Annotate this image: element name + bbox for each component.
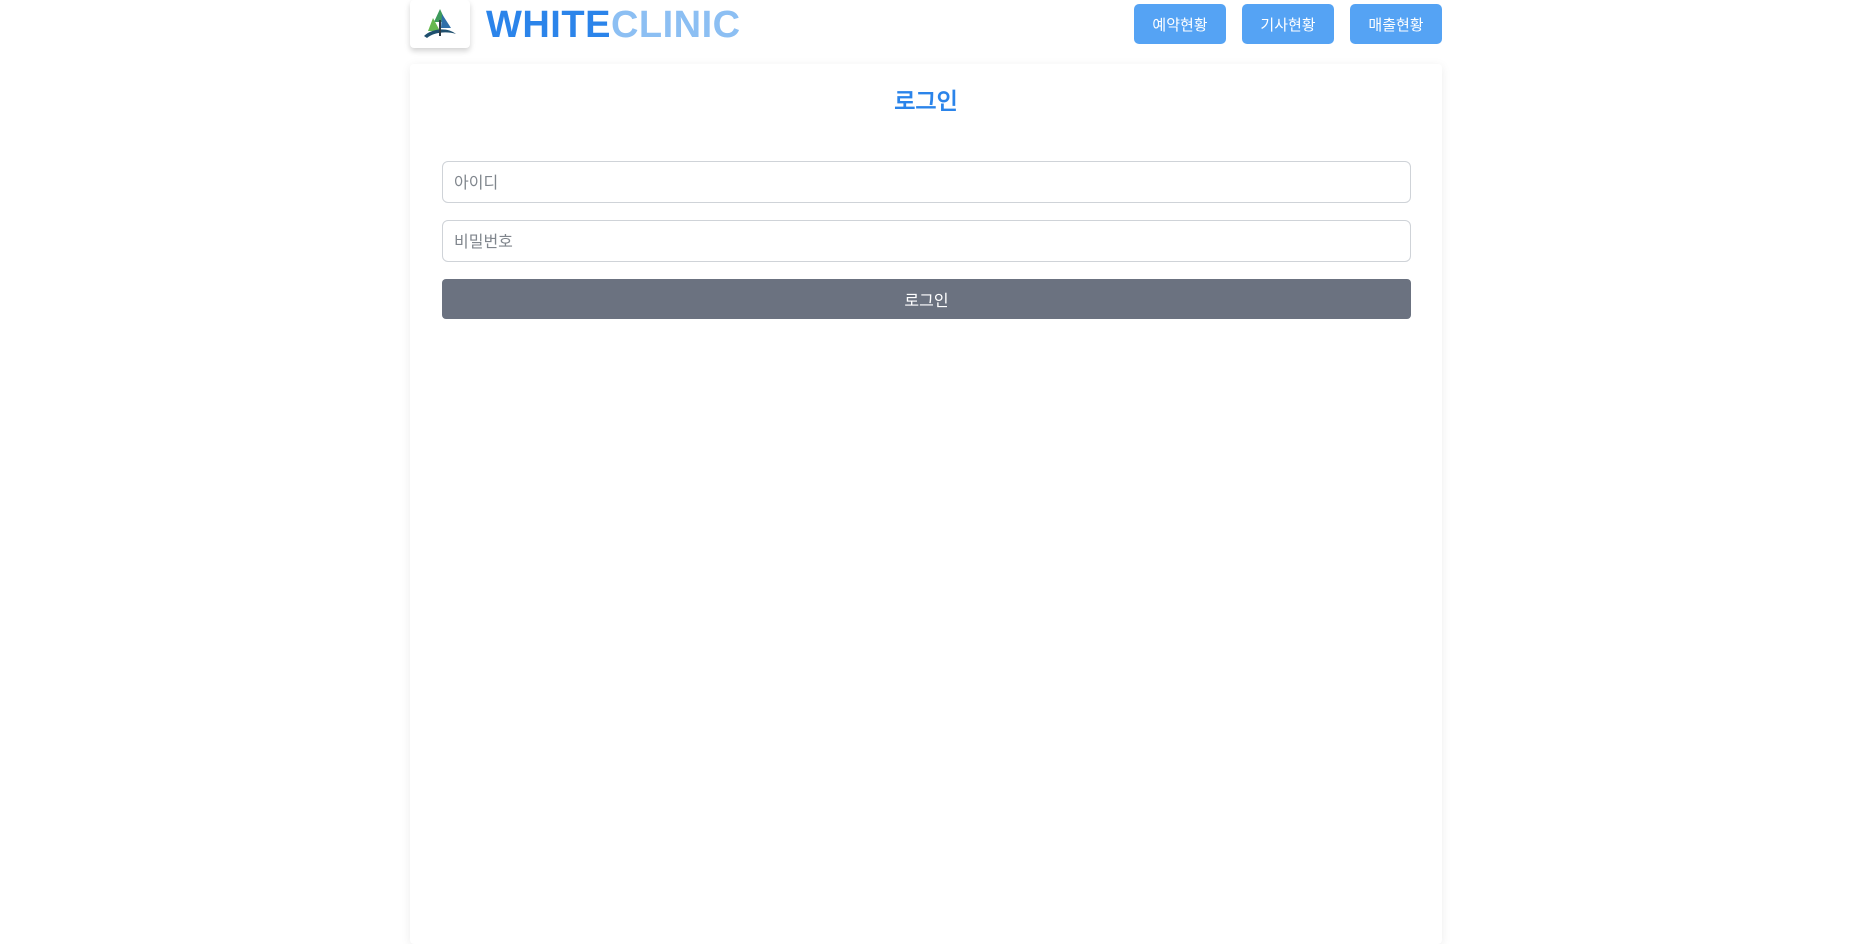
brand-title: WHITECLINIC xyxy=(486,3,741,47)
logo[interactable] xyxy=(410,0,470,48)
header: WHITECLINIC 예약현황 기사현황 매출현황 xyxy=(410,0,1442,50)
login-title: 로그인 xyxy=(894,89,958,115)
brand-title-part1: WHITE xyxy=(486,4,611,46)
password-input[interactable] xyxy=(442,220,1411,262)
brand-title-part2: CLINIC xyxy=(610,4,741,46)
sales-status-button[interactable]: 매출현황 xyxy=(1350,4,1442,44)
clinic-logo-icon xyxy=(424,9,456,38)
username-input[interactable] xyxy=(442,161,1411,203)
login-card: 로그인 로그인 xyxy=(410,64,1442,944)
top-nav: 예약현황 기사현황 매출현황 xyxy=(1134,4,1442,44)
technician-status-button[interactable]: 기사현황 xyxy=(1242,4,1334,44)
login-button[interactable]: 로그인 xyxy=(442,279,1411,319)
reservation-status-button[interactable]: 예약현황 xyxy=(1134,4,1226,44)
